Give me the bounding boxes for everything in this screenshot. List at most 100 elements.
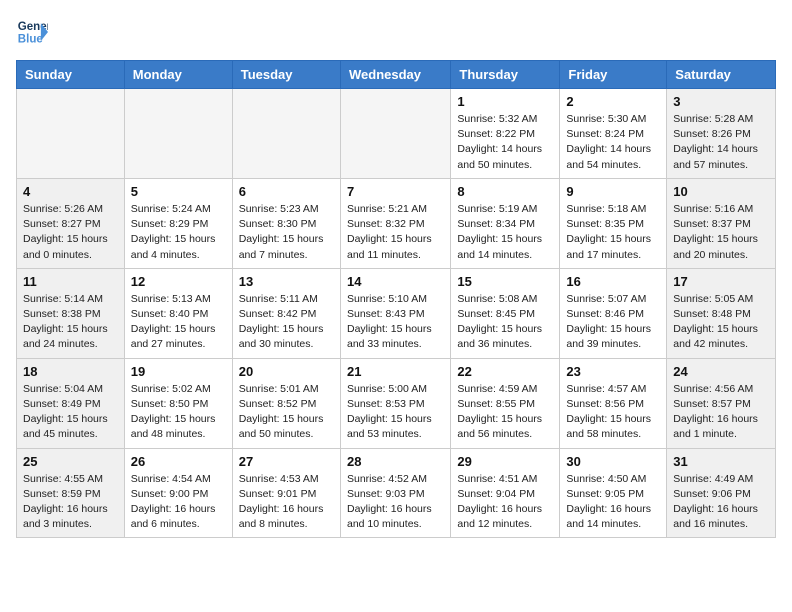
calendar-day-8: 8Sunrise: 5:19 AMSunset: 8:34 PMDaylight… <box>451 178 560 268</box>
day-info: Sunrise: 4:55 AMSunset: 8:59 PMDaylight:… <box>23 472 118 533</box>
calendar-day-17: 17 Sunrise: 5:05 AMSunset: 8:48 PMDayligh… <box>667 268 776 358</box>
calendar-day-4: 4 Sunrise: 5:26 AMSunset: 8:27 PMDaylight… <box>17 178 125 268</box>
day-number: 27 <box>239 454 334 469</box>
weekday-header-tuesday: Tuesday <box>232 61 340 89</box>
calendar-day-20: 20 Sunrise: 5:01 AMSunset: 8:52 PMDayligh… <box>232 358 340 448</box>
calendar-day-28: 28 Sunrise: 4:52 AMSunset: 9:03 PMDayligh… <box>340 448 450 538</box>
weekday-header-monday: Monday <box>124 61 232 89</box>
day-number: 20 <box>239 364 334 379</box>
day-number: 9 <box>566 184 660 199</box>
day-number: 22 <box>457 364 553 379</box>
day-number: 11 <box>23 274 118 289</box>
calendar-day-14: 14Sunrise: 5:10 AMSunset: 8:43 PMDayligh… <box>340 268 450 358</box>
weekday-header-wednesday: Wednesday <box>340 61 450 89</box>
weekday-header-thursday: Thursday <box>451 61 560 89</box>
weekday-header-friday: Friday <box>560 61 667 89</box>
day-info: Sunrise: 5:05 AMSunset: 8:48 PMDaylight:… <box>673 292 769 353</box>
day-info: Sunrise: 4:57 AMSunset: 8:56 PMDaylight:… <box>566 382 660 443</box>
day-number: 5 <box>131 184 226 199</box>
day-info: Sunrise: 4:53 AMSunset: 9:01 PMDaylight:… <box>239 472 334 533</box>
calendar-day-9: 9 Sunrise: 5:18 AMSunset: 8:35 PMDaylight… <box>560 178 667 268</box>
calendar-day-10: 10Sunrise: 5:16 AMSunset: 8:37 PMDayligh… <box>667 178 776 268</box>
weekday-header-row: SundayMondayTuesdayWednesdayThursdayFrid… <box>17 61 776 89</box>
day-number: 4 <box>23 184 118 199</box>
calendar-day-6: 6 Sunrise: 5:23 AMSunset: 8:30 PMDaylight… <box>232 178 340 268</box>
day-number: 3 <box>673 94 769 109</box>
day-number: 19 <box>131 364 226 379</box>
calendar-day-18: 18 Sunrise: 5:04 AMSunset: 8:49 PMDayligh… <box>17 358 125 448</box>
day-number: 21 <box>347 364 444 379</box>
day-info: Sunrise: 4:52 AMSunset: 9:03 PMDaylight:… <box>347 472 444 533</box>
calendar-day-1: 1 Sunrise: 5:32 AMSunset: 8:22 PMDaylight… <box>451 89 560 179</box>
calendar-day-30: 30Sunrise: 4:50 AMSunset: 9:05 PMDayligh… <box>560 448 667 538</box>
day-number: 6 <box>239 184 334 199</box>
calendar-day-27: 27 Sunrise: 4:53 AMSunset: 9:01 PMDayligh… <box>232 448 340 538</box>
day-info: Sunrise: 5:11 AMSunset: 8:42 PMDaylight:… <box>239 292 334 353</box>
day-number: 31 <box>673 454 769 469</box>
day-number: 17 <box>673 274 769 289</box>
calendar-day-25: 25 Sunrise: 4:55 AMSunset: 8:59 PMDayligh… <box>17 448 125 538</box>
day-info: Sunrise: 5:14 AMSunset: 8:38 PMDaylight:… <box>23 292 118 353</box>
week-row-2: 4 Sunrise: 5:26 AMSunset: 8:27 PMDaylight… <box>17 178 776 268</box>
calendar-day-15: 15Sunrise: 5:08 AMSunset: 8:45 PMDayligh… <box>451 268 560 358</box>
day-number: 26 <box>131 454 226 469</box>
day-info: Sunrise: 5:01 AMSunset: 8:52 PMDaylight:… <box>239 382 334 443</box>
day-number: 10 <box>673 184 769 199</box>
calendar-day-13: 13 Sunrise: 5:11 AMSunset: 8:42 PMDayligh… <box>232 268 340 358</box>
day-info: Sunrise: 5:04 AMSunset: 8:49 PMDaylight:… <box>23 382 118 443</box>
week-row-3: 11 Sunrise: 5:14 AMSunset: 8:38 PMDayligh… <box>17 268 776 358</box>
calendar-day-31: 31 Sunrise: 4:49 AMSunset: 9:06 PMDayligh… <box>667 448 776 538</box>
weekday-header-saturday: Saturday <box>667 61 776 89</box>
day-number: 2 <box>566 94 660 109</box>
logo: General Blue <box>16 16 48 48</box>
day-info: Sunrise: 5:23 AMSunset: 8:30 PMDaylight:… <box>239 202 334 263</box>
calendar-day-7: 7Sunrise: 5:21 AMSunset: 8:32 PMDaylight… <box>340 178 450 268</box>
weekday-header-sunday: Sunday <box>17 61 125 89</box>
calendar-day-11: 11 Sunrise: 5:14 AMSunset: 8:38 PMDayligh… <box>17 268 125 358</box>
day-info: Sunrise: 5:32 AMSunset: 8:22 PMDaylight:… <box>457 112 553 173</box>
calendar-day-empty <box>340 89 450 179</box>
day-info: Sunrise: 5:02 AMSunset: 8:50 PMDaylight:… <box>131 382 226 443</box>
day-info: Sunrise: 4:49 AMSunset: 9:06 PMDaylight:… <box>673 472 769 533</box>
day-info: Sunrise: 5:26 AMSunset: 8:27 PMDaylight:… <box>23 202 118 263</box>
calendar-day-29: 29Sunrise: 4:51 AMSunset: 9:04 PMDayligh… <box>451 448 560 538</box>
day-info: Sunrise: 4:51 AMSunset: 9:04 PMDaylight:… <box>457 472 553 533</box>
calendar-day-24: 24Sunrise: 4:56 AMSunset: 8:57 PMDayligh… <box>667 358 776 448</box>
calendar-day-22: 22 Sunrise: 4:59 AMSunset: 8:55 PMDayligh… <box>451 358 560 448</box>
day-number: 16 <box>566 274 660 289</box>
day-info: Sunrise: 5:19 AMSunset: 8:34 PMDaylight:… <box>457 202 553 263</box>
day-number: 18 <box>23 364 118 379</box>
day-number: 30 <box>566 454 660 469</box>
day-info: Sunrise: 5:08 AMSunset: 8:45 PMDaylight:… <box>457 292 553 353</box>
day-info: Sunrise: 5:24 AMSunset: 8:29 PMDaylight:… <box>131 202 226 263</box>
day-info: Sunrise: 4:59 AMSunset: 8:55 PMDaylight:… <box>457 382 553 443</box>
day-number: 28 <box>347 454 444 469</box>
day-info: Sunrise: 5:30 AMSunset: 8:24 PMDaylight:… <box>566 112 660 173</box>
calendar-day-26: 26Sunrise: 4:54 AMSunset: 9:00 PMDayligh… <box>124 448 232 538</box>
day-number: 25 <box>23 454 118 469</box>
svg-text:Blue: Blue <box>18 34 44 46</box>
week-row-1: 1 Sunrise: 5:32 AMSunset: 8:22 PMDaylight… <box>17 89 776 179</box>
day-info: Sunrise: 5:10 AMSunset: 8:43 PMDaylight:… <box>347 292 444 353</box>
calendar-day-16: 16 Sunrise: 5:07 AMSunset: 8:46 PMDayligh… <box>560 268 667 358</box>
calendar-day-21: 21 Sunrise: 5:00 AMSunset: 8:53 PMDayligh… <box>340 358 450 448</box>
day-info: Sunrise: 5:28 AMSunset: 8:26 PMDaylight:… <box>673 112 769 173</box>
week-row-5: 25 Sunrise: 4:55 AMSunset: 8:59 PMDayligh… <box>17 448 776 538</box>
day-info: Sunrise: 5:18 AMSunset: 8:35 PMDaylight:… <box>566 202 660 263</box>
calendar-day-empty <box>124 89 232 179</box>
calendar-day-5: 5 Sunrise: 5:24 AMSunset: 8:29 PMDaylight… <box>124 178 232 268</box>
day-number: 1 <box>457 94 553 109</box>
page-header: General Blue <box>16 16 776 48</box>
day-info: Sunrise: 5:00 AMSunset: 8:53 PMDaylight:… <box>347 382 444 443</box>
day-number: 13 <box>239 274 334 289</box>
day-info: Sunrise: 5:13 AMSunset: 8:40 PMDaylight:… <box>131 292 226 353</box>
calendar-day-empty <box>232 89 340 179</box>
day-number: 12 <box>131 274 226 289</box>
calendar-day-19: 19 Sunrise: 5:02 AMSunset: 8:50 PMDayligh… <box>124 358 232 448</box>
day-number: 23 <box>566 364 660 379</box>
calendar-day-23: 23 Sunrise: 4:57 AMSunset: 8:56 PMDayligh… <box>560 358 667 448</box>
calendar-day-12: 12 Sunrise: 5:13 AMSunset: 8:40 PMDayligh… <box>124 268 232 358</box>
day-number: 24 <box>673 364 769 379</box>
calendar-table: SundayMondayTuesdayWednesdayThursdayFrid… <box>16 60 776 538</box>
day-info: Sunrise: 5:07 AMSunset: 8:46 PMDaylight:… <box>566 292 660 353</box>
